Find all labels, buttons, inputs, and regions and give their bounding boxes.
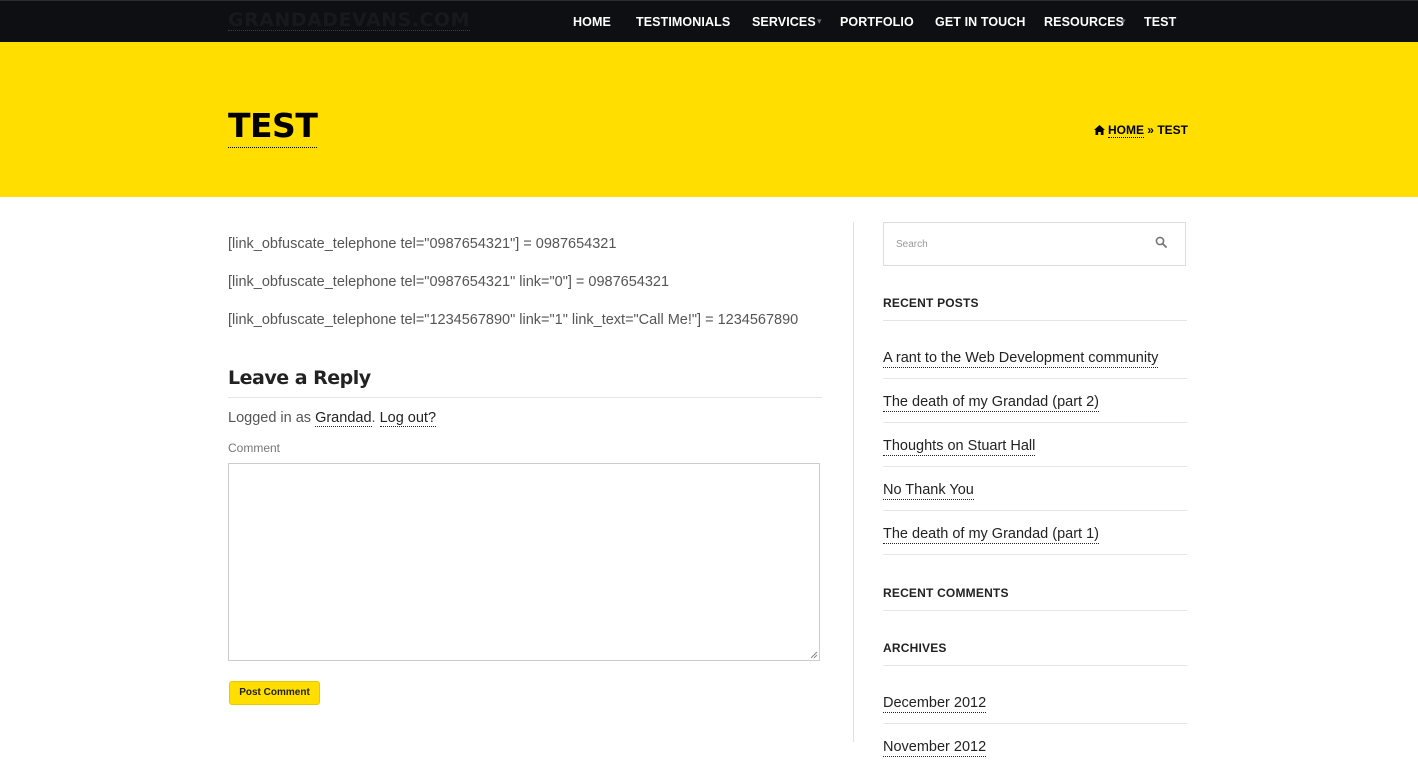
- archive-link[interactable]: December 2012: [883, 695, 987, 713]
- chevron-down-icon[interactable]: ▾: [817, 16, 822, 27]
- comment-textarea[interactable]: [228, 463, 820, 661]
- recent-post-link[interactable]: A rant to the Web Development community: [883, 350, 1159, 368]
- breadcrumb-current: TEST: [1157, 123, 1188, 137]
- divider: [883, 665, 1187, 666]
- breadcrumb-separator: »: [1147, 123, 1154, 137]
- archive-link[interactable]: November 2012: [883, 739, 987, 757]
- logout-link[interactable]: Log out?: [379, 410, 437, 427]
- nav-portfolio[interactable]: PORTFOLIO: [840, 15, 914, 29]
- chevron-down-icon[interactable]: ▾: [1121, 16, 1126, 27]
- nav-services[interactable]: SERVICES: [752, 15, 816, 29]
- recent-post-link[interactable]: No Thank You: [883, 482, 974, 500]
- recent-post-link[interactable]: Thoughts on Stuart Hall: [883, 438, 1036, 456]
- content-paragraph: [link_obfuscate_telephone tel="123456789…: [228, 312, 799, 328]
- divider: [883, 510, 1187, 511]
- breadcrumb-home-link[interactable]: HOME: [1107, 123, 1144, 138]
- divider: [228, 397, 822, 398]
- divider: [883, 320, 1187, 321]
- divider: [883, 554, 1187, 555]
- content-paragraph: [link_obfuscate_telephone tel="098765432…: [228, 274, 670, 290]
- logged-in-text: Logged in as Grandad. Log out?: [228, 410, 437, 427]
- home-icon: [1093, 125, 1105, 135]
- recent-post-link[interactable]: The death of my Grandad (part 1): [883, 526, 1099, 544]
- archives-heading: ARCHIVES: [883, 641, 947, 655]
- page-title: TEST: [228, 107, 318, 148]
- divider: [883, 466, 1187, 467]
- breadcrumb: HOME » TEST: [1093, 123, 1188, 138]
- recent-post-link[interactable]: The death of my Grandad (part 2): [883, 394, 1099, 412]
- site-logo[interactable]: GRANDADEVANS.COM: [228, 10, 470, 31]
- leave-reply-heading: Leave a Reply: [228, 367, 371, 389]
- user-profile-link[interactable]: Grandad: [315, 410, 372, 427]
- resize-handle-icon[interactable]: [810, 651, 818, 659]
- logged-in-separator: .: [371, 410, 380, 426]
- divider: [883, 422, 1187, 423]
- divider: [883, 723, 1187, 724]
- nav-get-in-touch[interactable]: GET IN TOUCH: [935, 15, 1026, 29]
- recent-posts-heading: RECENT POSTS: [883, 296, 979, 310]
- search-placeholder: Search: [896, 239, 928, 250]
- divider: [883, 610, 1187, 611]
- divider: [883, 378, 1187, 379]
- nav-resources[interactable]: RESOURCES: [1044, 15, 1124, 29]
- nav-home[interactable]: HOME: [573, 15, 611, 29]
- search-icon[interactable]: [1155, 236, 1167, 248]
- search-input[interactable]: Search: [883, 222, 1186, 266]
- recent-comments-heading: RECENT COMMENTS: [883, 586, 1009, 600]
- logged-in-prefix: Logged in as: [228, 410, 316, 426]
- sidebar-divider: [853, 222, 854, 742]
- page-header-banner: TEST HOME » TEST: [0, 42, 1418, 197]
- comment-label: Comment: [228, 441, 281, 455]
- top-navbar: GRANDADEVANS.COM HOME TESTIMONIALS SERVI…: [0, 0, 1418, 42]
- content-paragraph: [link_obfuscate_telephone tel="098765432…: [228, 236, 617, 252]
- nav-testimonials[interactable]: TESTIMONIALS: [636, 15, 730, 29]
- nav-test[interactable]: TEST: [1144, 15, 1176, 29]
- post-comment-button[interactable]: Post Comment: [229, 681, 320, 705]
